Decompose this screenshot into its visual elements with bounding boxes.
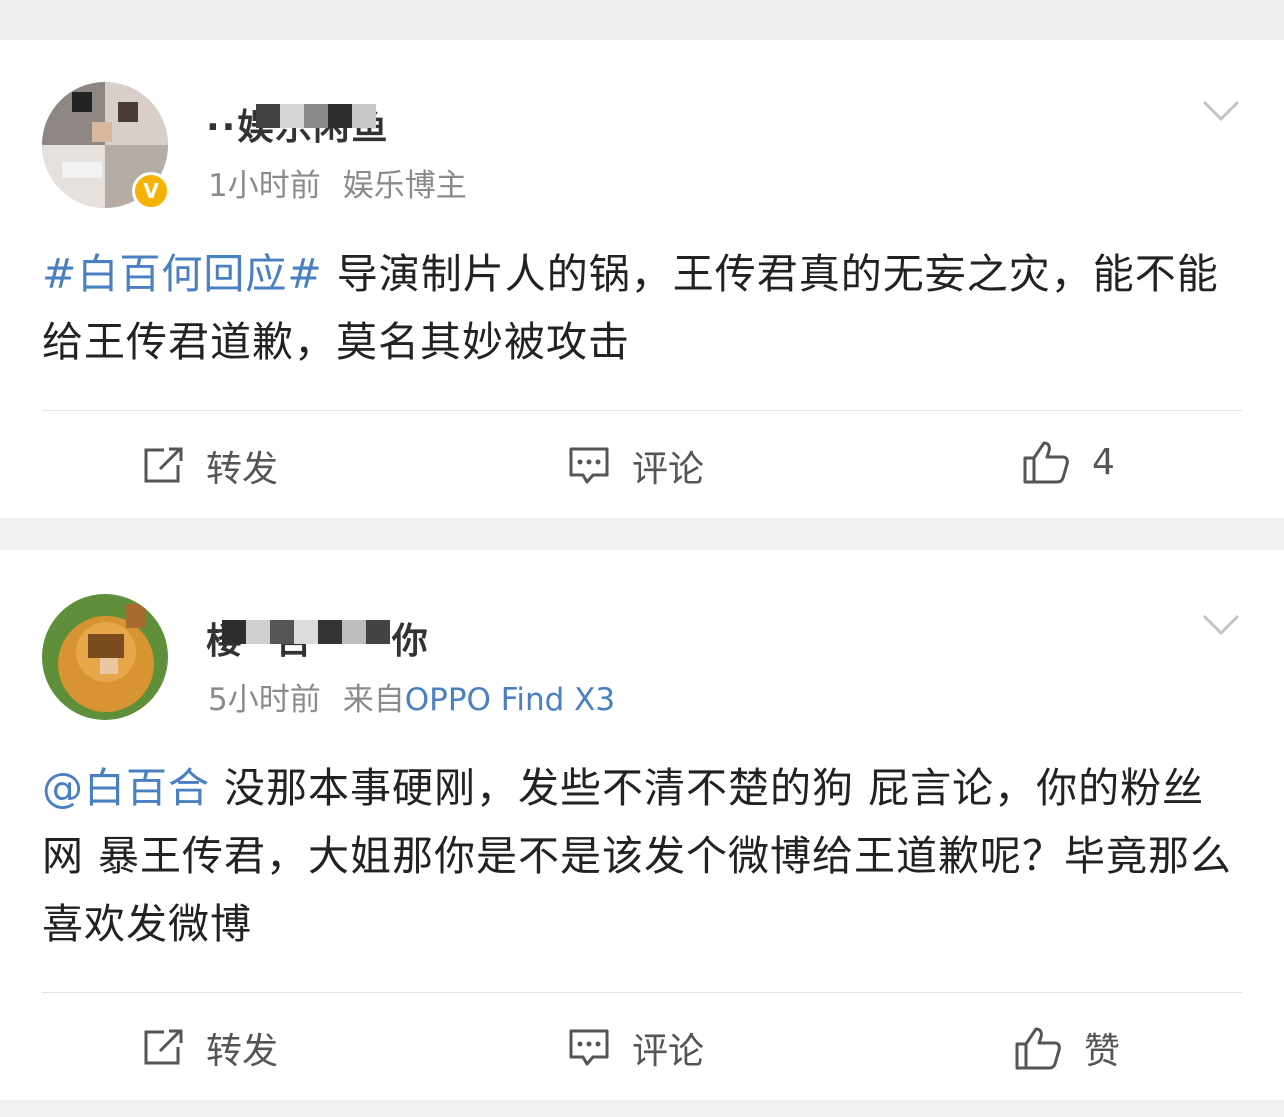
like-icon <box>1023 441 1069 484</box>
like-button[interactable]: 赞 <box>1014 1022 1120 1074</box>
device-link[interactable]: OPPO Find X3 <box>405 682 615 718</box>
username-mosaic <box>256 104 376 128</box>
like-button[interactable]: 4 <box>1022 440 1115 484</box>
repost-button[interactable]: 转发 <box>142 440 278 492</box>
post-content: #白百何回应# 导演制片人的锅，王传君真的无妄之灾，能不能给王传君道歉，莫名其妙… <box>42 240 1242 376</box>
repost-icon <box>144 1029 183 1065</box>
post-body: 没那本事硬刚，发些不清不楚的狗 屁言论，你的粉丝网 暴王传君，大姐那你是不是该发… <box>42 764 1233 948</box>
like-label: 赞 <box>1084 1031 1121 1072</box>
post-meta: 1小时前 娱乐博主 <box>208 160 467 205</box>
divider <box>42 992 1242 993</box>
divider <box>42 410 1242 411</box>
verified-badge-icon: V <box>132 172 170 210</box>
chevron-down-icon[interactable] <box>1202 100 1240 122</box>
post-source: 娱乐博主 <box>342 168 467 204</box>
mention-link[interactable]: @白百合 <box>42 764 210 812</box>
post-source-prefix: 来自 <box>342 682 405 718</box>
post-time: 1小时前 <box>208 168 321 204</box>
repost-label: 转发 <box>206 449 279 490</box>
comment-icon <box>569 1029 609 1066</box>
comment-button[interactable]: 评论 <box>568 1022 704 1074</box>
post-time: 5小时前 <box>208 682 321 718</box>
topic-link[interactable]: #白百何回应# <box>42 250 323 298</box>
avatar[interactable] <box>42 594 168 720</box>
post-meta: 5小时前 来自OPPO Find X3 <box>208 674 615 719</box>
repost-button[interactable]: 转发 <box>142 1022 278 1074</box>
like-count: 4 <box>1092 441 1115 483</box>
comment-label: 评论 <box>632 449 705 490</box>
username-mosaic <box>222 620 390 644</box>
like-icon <box>1015 1027 1061 1070</box>
comment-button[interactable]: 评论 <box>568 440 704 492</box>
post-content: @白百合 没那本事硬刚，发些不清不楚的狗 屁言论，你的粉丝网 暴王传君，大姐那你… <box>42 754 1242 958</box>
repost-icon <box>144 447 183 483</box>
repost-label: 转发 <box>206 1031 279 1072</box>
chevron-down-icon[interactable] <box>1202 614 1240 636</box>
comment-icon <box>569 447 609 484</box>
post-card-1: V ··娱乐闲鱼 1小时前娱乐博主 #白百何回应# 导演制片人的锅，王传君真的无… <box>0 40 1284 518</box>
post-card-2: 楼··百·····你 5小时前来自OPPO Find X3 @白百合 没那本事硬… <box>0 550 1284 1100</box>
comment-label: 评论 <box>632 1031 705 1072</box>
